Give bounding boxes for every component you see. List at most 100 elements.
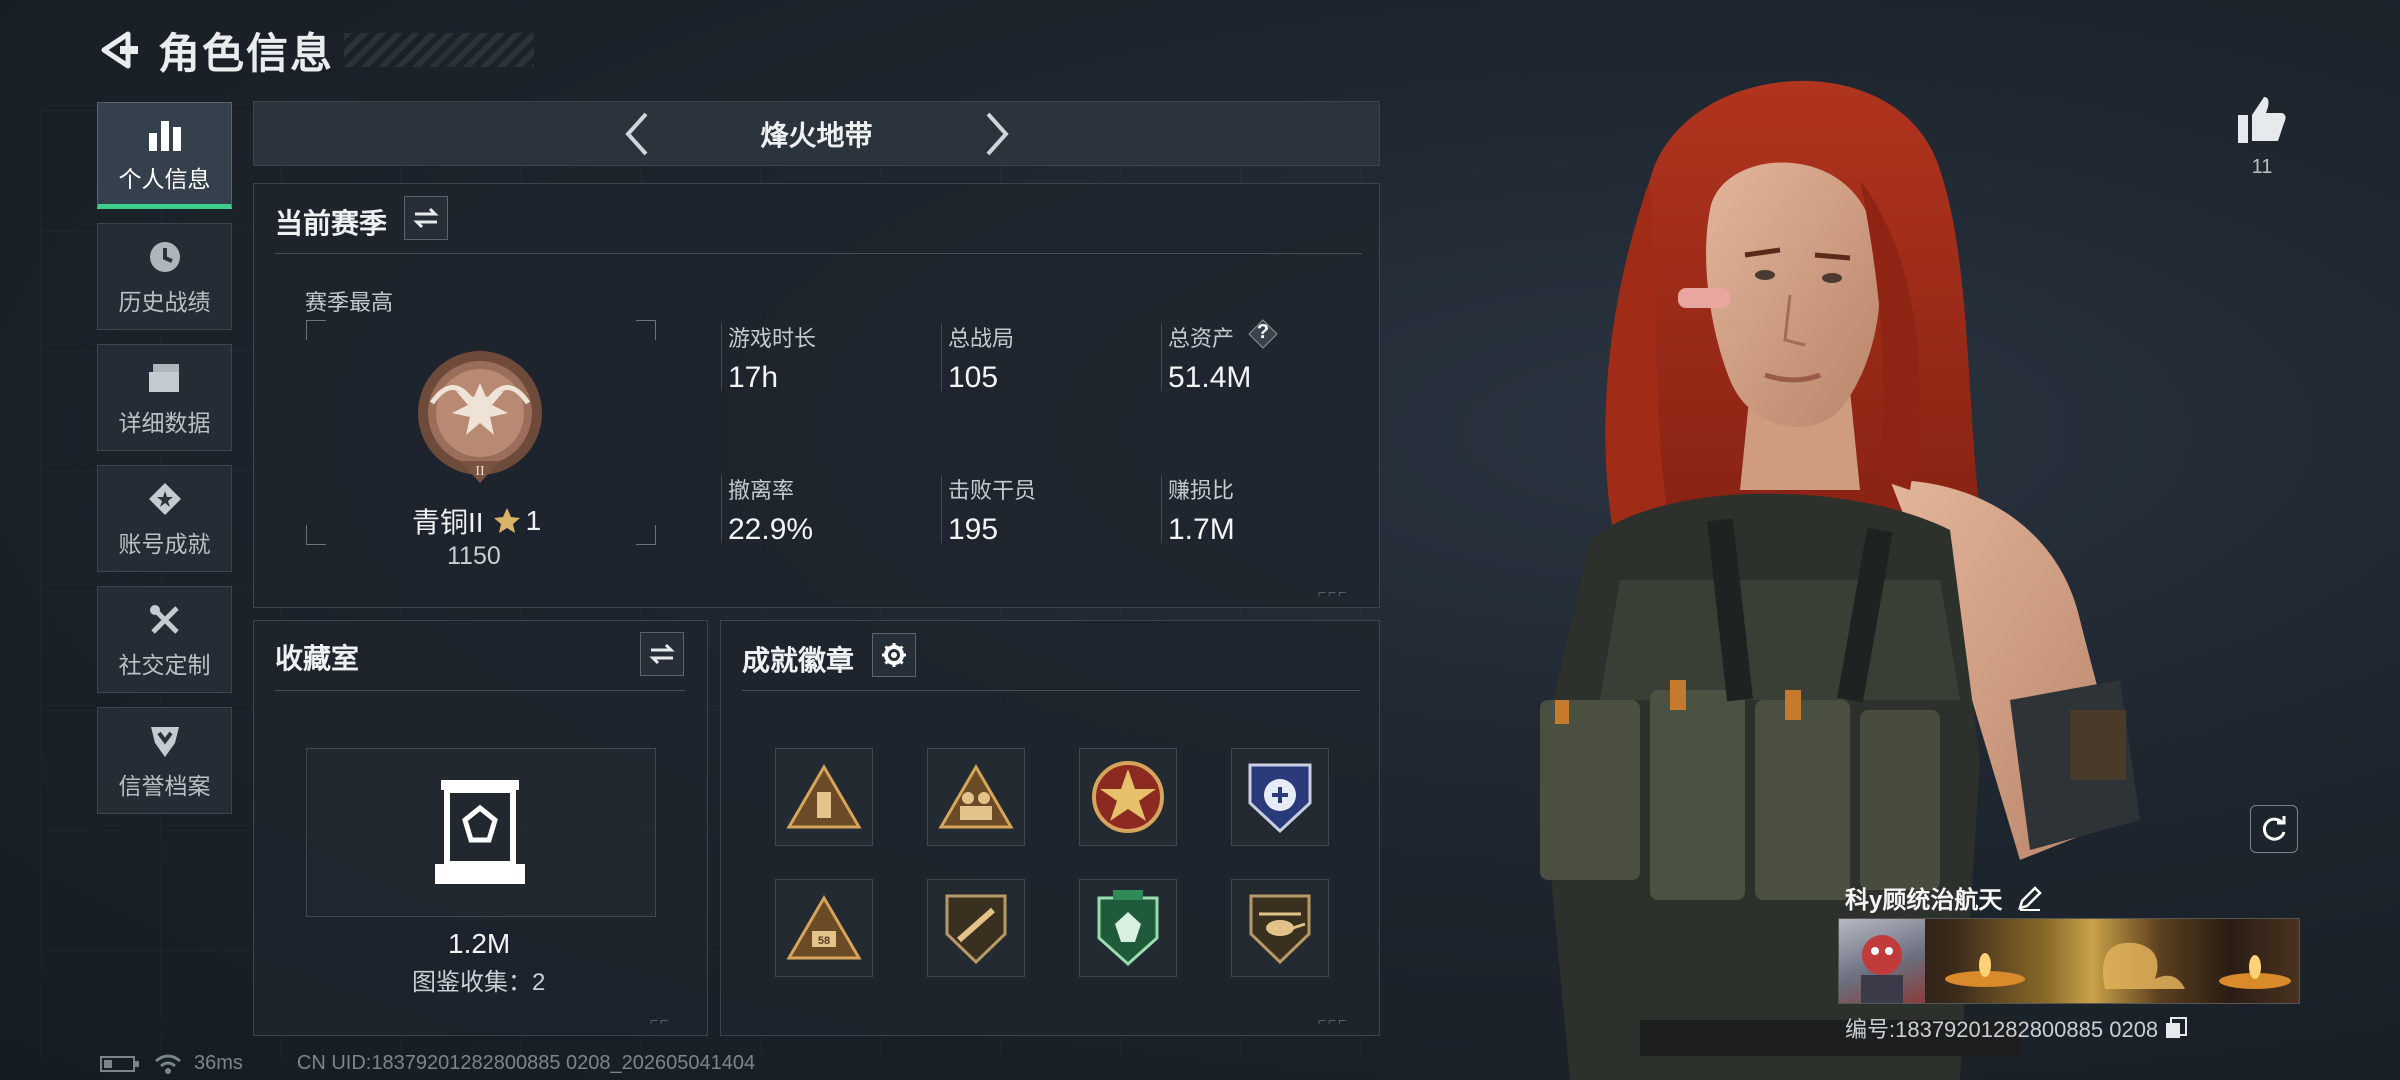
collection-codex: 图鉴收集：2: [412, 969, 546, 996]
star-icon: [493, 508, 520, 533]
achievements-settings-button[interactable]: [872, 633, 916, 677]
refresh-icon: [2262, 816, 2286, 841]
stat-label-profit-ratio: 赚损比: [1168, 478, 1235, 503]
stat-divider: [1161, 475, 1162, 543]
shield-emblem-badge-icon: [1248, 763, 1312, 834]
bar-chart-icon: [145, 114, 185, 154]
panel-corner-mark: ⌐⌐: [650, 1012, 671, 1028]
edit-pencil-icon[interactable]: [2016, 884, 2044, 912]
player-name: 科y顾统治航天: [1845, 887, 2003, 914]
rank-name-line: 青铜II 1: [412, 501, 541, 541]
nav-item-detailed-data[interactable]: 详细数据: [97, 344, 232, 451]
nav-item-reputation[interactable]: 信誉档案: [97, 707, 232, 814]
badge-shield-emblem[interactable]: [1231, 748, 1329, 846]
season-title: 当前赛季: [275, 208, 388, 239]
banner-art: [1945, 942, 2291, 989]
collection-title: 收藏室: [275, 643, 360, 674]
stat-value-kills: 195: [948, 513, 999, 546]
nav-label: 社交定制: [118, 651, 211, 678]
stat-value-profit-ratio: 1.7M: [1168, 513, 1235, 546]
badge-triangle-ammo[interactable]: [775, 748, 873, 846]
stat-label-playtime: 游戏时长: [728, 326, 817, 351]
shield-rifle-badge-icon: [945, 894, 1007, 965]
display-case-icon: [435, 780, 525, 884]
season-divider: [275, 253, 1362, 254]
page-title: 角色信息: [158, 29, 335, 77]
like-control[interactable]: 11: [2232, 95, 2292, 179]
collection-value: 1.2M: [448, 928, 511, 959]
svg-text:58: 58: [818, 935, 830, 947]
avatar[interactable]: [1839, 919, 1925, 1003]
achievements-title: 成就徽章: [742, 645, 855, 676]
copy-icon[interactable]: [2164, 1016, 2188, 1040]
rotate-view-button[interactable]: [2250, 805, 2298, 853]
nav-item-history[interactable]: 历史战绩: [97, 223, 232, 330]
rank-name: 青铜II: [412, 507, 484, 538]
collection-switch-button[interactable]: [640, 632, 684, 676]
folders-icon: [145, 358, 185, 398]
stat-divider: [941, 475, 942, 543]
season-best-label: 赛季最高: [305, 290, 394, 315]
back-button[interactable]: [96, 26, 144, 74]
stat-label-extract-rate: 撤离率: [728, 478, 795, 503]
player-id-line: 编号:18379201282800885 0208: [1845, 1012, 2188, 1044]
season-switch-button[interactable]: [404, 196, 448, 240]
badge-triangle-58[interactable]: 58: [775, 879, 873, 977]
next-mode-button[interactable]: [967, 104, 1027, 164]
swap-icon: [413, 207, 439, 229]
badge-helicopter[interactable]: [1231, 879, 1329, 977]
status-bar: 36ms CN UID:18379201282800885 0208_20260…: [100, 1052, 755, 1075]
star-medal-badge-icon: [1092, 761, 1164, 833]
stat-divider: [1161, 323, 1162, 391]
help-icon[interactable]: ?: [1248, 319, 1278, 349]
stat-value-playtime: 17h: [728, 361, 779, 394]
ping-value: 36ms: [194, 1052, 243, 1074]
stat-value-matches: 105: [948, 361, 999, 394]
mode-name: 烽火地带: [760, 119, 873, 151]
nav-item-social[interactable]: 社交定制: [97, 586, 232, 693]
nav-item-personal-info[interactable]: 个人信息: [97, 102, 232, 209]
collection-divider: [275, 690, 685, 691]
rank-stars: 1: [525, 505, 542, 536]
badge-green-crest[interactable]: [1079, 879, 1177, 977]
nav-label: 账号成就: [118, 530, 211, 557]
page-header: 角色信息: [96, 20, 535, 80]
uid-text: CN UID:18379201282800885 0208_2026050414…: [296, 1052, 756, 1074]
nav-label: 详细数据: [118, 409, 211, 436]
stat-divider: [941, 323, 942, 391]
triangle-soldiers-badge-icon: [938, 764, 1014, 829]
badge-shield-rifle[interactable]: [927, 879, 1025, 977]
like-count: 11: [2251, 156, 2273, 178]
nav-label: 信誉档案: [118, 772, 211, 799]
rank-score: 1150: [447, 542, 501, 570]
player-name-line: 科y顾统治航天: [1845, 880, 2044, 915]
triangle-ammo-badge-icon: [786, 764, 862, 829]
nav-item-achievements[interactable]: 账号成就: [97, 465, 232, 572]
gear-icon: [882, 643, 906, 667]
stat-label-assets: 总资产: [1168, 326, 1235, 351]
title-decoration: [344, 33, 535, 67]
nav-label: 个人信息: [118, 165, 211, 192]
prev-mode-button[interactable]: [607, 104, 667, 164]
nav-label: 历史战绩: [118, 288, 211, 315]
stat-label-matches: 总战局: [948, 326, 1015, 351]
battery-icon: [100, 1055, 139, 1072]
chevron-left-icon: [624, 112, 647, 155]
mode-selector: 烽火地带: [253, 101, 1380, 166]
profile-banner[interactable]: [1838, 918, 2300, 1004]
swap-icon: [649, 643, 675, 665]
panel-corner-mark: ⌐⌐⌐: [1318, 584, 1349, 600]
chevron-right-icon: [986, 112, 1009, 155]
achievement-icon: [145, 479, 185, 519]
clock-icon: [145, 237, 185, 277]
shield-icon: [145, 721, 185, 761]
green-crest-badge-icon: [1097, 890, 1159, 967]
side-nav: 个人信息 历史战绩 详细数据 账号成就 社交定制 信誉档案: [97, 102, 234, 828]
helicopter-badge-icon: [1249, 894, 1311, 965]
help-mark: ?: [1256, 321, 1270, 343]
achievements-divider: [742, 690, 1360, 691]
badge-star-medal[interactable]: [1079, 748, 1177, 846]
badge-triangle-soldiers[interactable]: [927, 748, 1025, 846]
thumbs-up-icon: [2238, 97, 2286, 143]
panel-corner-mark: ⌐⌐⌐: [1318, 1012, 1349, 1028]
